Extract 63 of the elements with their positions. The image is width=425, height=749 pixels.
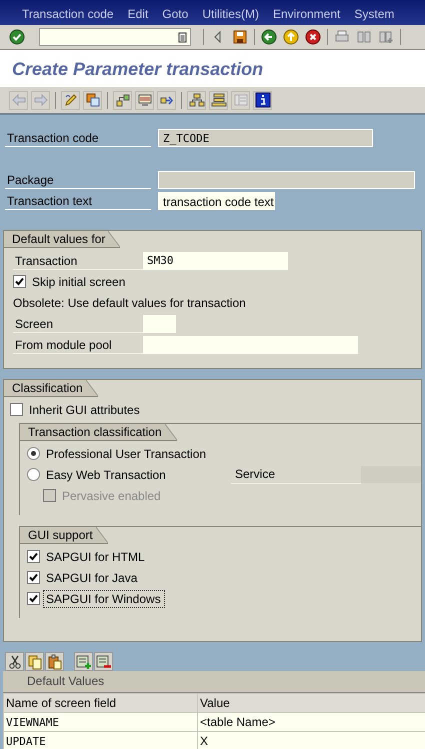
check-icon [29,594,38,603]
group-title: Classification [4,380,98,397]
radio-button[interactable] [27,447,40,460]
group-title: Default values for [4,231,120,248]
menu-item[interactable]: System [354,7,394,21]
checkbox-label[interactable]: Skip initial screen [29,272,130,290]
group-title: GUI support [20,527,108,544]
input-field[interactable] [143,336,358,354]
table-cell[interactable]: VIEWNAME [4,712,198,732]
check-icon [15,277,24,286]
radio-button[interactable] [27,468,40,481]
checkbox[interactable] [27,571,40,584]
input-field[interactable]: transaction code text [158,192,275,210]
cancel-icon[interactable] [305,29,321,45]
menu-item[interactable]: Transaction code [22,7,114,21]
pencil-icon[interactable] [62,92,78,108]
menu-item[interactable]: Edit [128,7,148,21]
delete-row-icon[interactable] [96,654,112,670]
column-header[interactable]: Name of screen field [4,694,198,712]
display-field[interactable]: Z_TCODE [158,128,373,146]
save-icon[interactable] [232,29,248,45]
checkbox[interactable] [13,275,26,288]
input-field[interactable] [143,314,176,332]
check-icon [29,573,38,582]
menu-item[interactable]: Utilities(M) [202,7,259,21]
note-text: Obsolete: Use default values for transaction [13,296,246,310]
group-title: Transaction classification [20,424,177,441]
table-cell[interactable]: UPDATE [4,732,198,749]
copy-icon[interactable] [84,92,100,108]
checkbox-label[interactable]: Inherit GUI attributes [26,400,144,418]
checkbox[interactable] [27,550,40,563]
display-field[interactable] [158,170,415,188]
cut-icon[interactable] [6,654,22,670]
field-label: Transaction text [5,192,151,210]
insert-row-icon[interactable] [76,654,92,670]
exit-icon[interactable] [283,29,299,45]
hierarchy-icon[interactable] [114,92,130,108]
table-title: Default Values [3,671,425,693]
paste-icon[interactable] [46,654,62,670]
command-field[interactable] [39,28,191,46]
stack-icon[interactable] [210,92,226,108]
info-icon[interactable] [254,92,270,108]
field-label: Package [5,170,151,188]
copy-icon[interactable] [26,654,42,670]
checkbox[interactable] [27,592,40,605]
checkbox-label[interactable]: SAPGUI for HTML [43,548,149,566]
checkbox-label[interactable]: SAPGUI for Windows [43,590,165,608]
radio-label[interactable]: Easy Web Transaction [43,466,170,484]
tree-icon[interactable] [188,92,204,108]
field-label: Transaction code [5,128,151,146]
screen-title: Create Parameter transaction [12,59,264,80]
clipboard-icon [178,32,187,42]
column-header[interactable]: Value [198,694,425,712]
check-icon [29,552,38,561]
back-icon[interactable] [261,29,277,45]
input-field[interactable]: SM30 [143,252,288,270]
menu-item[interactable]: Environment [272,7,340,21]
monitor-icon[interactable] [136,92,152,108]
menu-item[interactable]: Goto [162,7,188,21]
checkbox-label[interactable]: SAPGUI for Java [43,568,142,586]
enter-icon[interactable] [9,29,25,45]
checkbox[interactable] [10,403,23,416]
radio-label[interactable]: Professional User Transaction [43,444,210,462]
